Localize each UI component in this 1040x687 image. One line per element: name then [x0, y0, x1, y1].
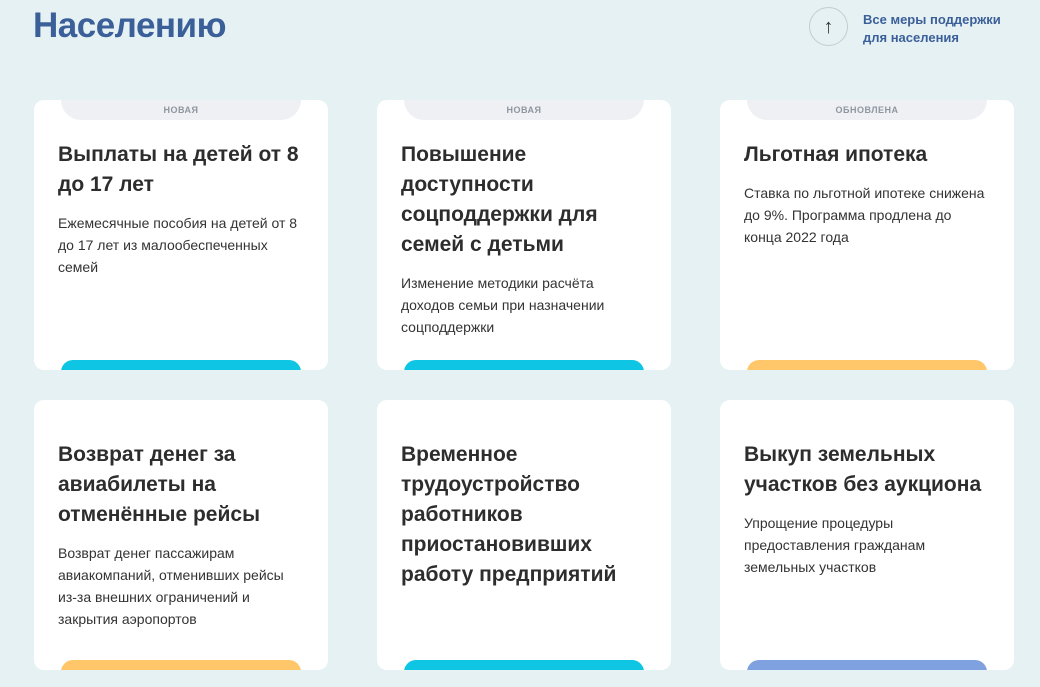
card-title[interactable]: Льготная ипотека Ставка по льготной ипот…	[744, 140, 994, 248]
card-title[interactable]: Выкуп земельных участков без аукциона Уп…	[744, 440, 994, 578]
status-badge: НОВАЯ	[61, 100, 301, 120]
support-card[interactable]: НОВАЯ Выплаты на детей от 8 до 17 лет Еж…	[34, 100, 328, 370]
card-description: Упрощение процедуры предоставления гражд…	[744, 515, 926, 575]
support-card[interactable]: Возврат денег за авиабилеты на отменённы…	[34, 400, 328, 670]
card-title[interactable]: Возврат денег за авиабилеты на отменённы…	[58, 440, 308, 630]
card-accent-bar	[747, 360, 987, 370]
support-card[interactable]: ОБНОВЛЕНА Льготная ипотека Ставка по льг…	[720, 100, 1014, 370]
card-description: Изменение методики расчёта доходов семьи…	[401, 275, 605, 335]
card-description: Ставка по льготной ипотеке снижена до 9%…	[744, 185, 985, 245]
card-description: Ежемесячные пособия на детей от 8 до 17 …	[58, 215, 298, 275]
card-accent-bar	[61, 660, 301, 670]
card-title[interactable]: Временное трудоустройство работников при…	[401, 440, 651, 590]
support-card[interactable]: НОВАЯ Повышение доступности соцподдержки…	[377, 100, 671, 370]
card-title[interactable]: Повышение доступности соцподдержки для с…	[401, 140, 651, 338]
support-card[interactable]: Временное трудоустройство работников при…	[377, 400, 671, 670]
card-accent-bar	[404, 360, 644, 370]
card-accent-bar	[61, 360, 301, 370]
card-accent-bar	[747, 660, 987, 670]
status-badge: ОБНОВЛЕНА	[747, 100, 987, 120]
card-accent-bar	[404, 660, 644, 670]
page-title: Населению	[33, 6, 226, 45]
support-card[interactable]: Выкуп земельных участков без аукциона Уп…	[720, 400, 1014, 670]
card-title[interactable]: Выплаты на детей от 8 до 17 лет Ежемесяч…	[58, 140, 308, 278]
card-description: Возврат денег пассажирам авиакомпаний, о…	[58, 545, 284, 627]
status-badge: НОВАЯ	[404, 100, 644, 120]
arrow-up-icon[interactable]: ↑	[809, 7, 848, 46]
all-measures-label[interactable]: Все меры поддержки для населения	[863, 11, 1023, 47]
all-measures-link[interactable]: ↑ Все меры поддержки для населения	[809, 7, 1023, 47]
